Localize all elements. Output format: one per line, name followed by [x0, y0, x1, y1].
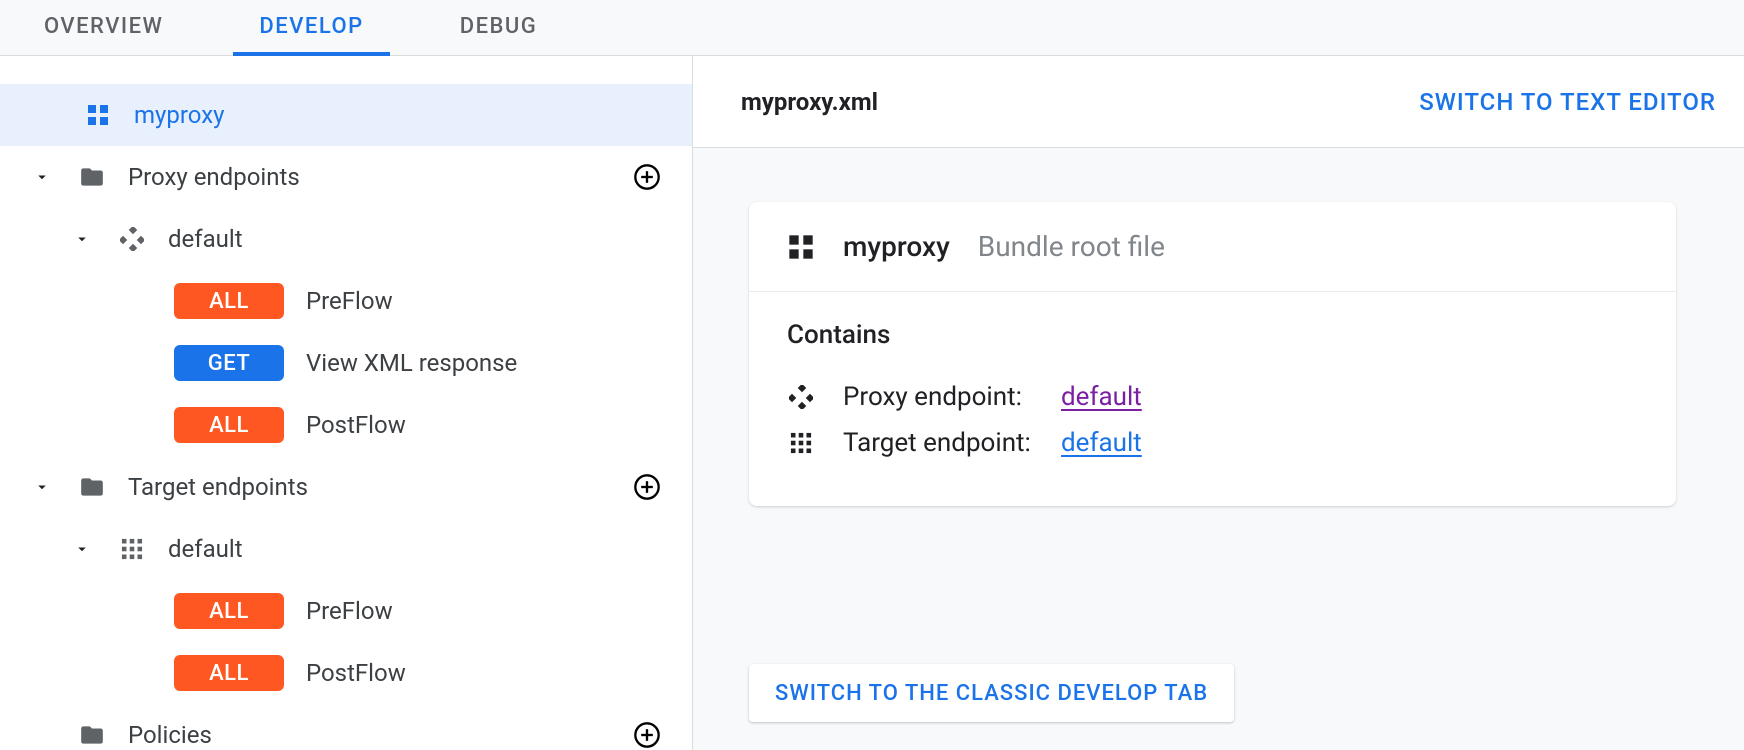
diamond4-icon [787, 385, 815, 409]
switch-to-text-editor-button[interactable]: SWITCH TO TEXT EDITOR [1419, 88, 1716, 116]
tab-overview[interactable]: OVERVIEW [40, 0, 167, 55]
flow-label: PostFlow [306, 659, 406, 687]
sidebar-item-target-default[interactable]: default [0, 518, 692, 580]
folder-icon [76, 164, 108, 190]
sidebar: myproxy Proxy endpoints default [0, 56, 693, 750]
sidebar-item-proxy-root[interactable]: myproxy [0, 84, 692, 146]
bundle-root-card: myproxy Bundle root file Contains Proxy … [749, 202, 1676, 506]
proxy-endpoint-link[interactable]: default [1061, 382, 1142, 412]
method-pill: ALL [174, 593, 284, 629]
target-endpoint-key: Target endpoint: [843, 428, 1061, 458]
sidebar-item-target-endpoints[interactable]: Target endpoints [0, 456, 692, 518]
grid9-icon [787, 432, 815, 454]
sidebar-flow-item[interactable]: ALL PostFlow [0, 642, 692, 704]
contains-row-proxy-endpoint: Proxy endpoint: default [787, 374, 1638, 420]
grid4-icon [787, 233, 815, 261]
switch-to-classic-button[interactable]: SWITCH TO THE CLASSIC DEVELOP TAB [749, 664, 1234, 722]
card-subtitle: Bundle root file [978, 230, 1165, 263]
sidebar-target-endpoints-label: Target endpoints [128, 473, 308, 501]
folder-icon [76, 474, 108, 500]
sidebar-proxy-endpoints-label: Proxy endpoints [128, 163, 300, 191]
add-target-endpoint-button[interactable] [632, 472, 662, 502]
flow-label: PostFlow [306, 411, 406, 439]
sidebar-policies-label: Policies [128, 721, 212, 749]
folder-icon [76, 722, 108, 748]
flow-label: PreFlow [306, 597, 393, 625]
grid9-icon [116, 538, 148, 560]
detail-header: myproxy.xml SWITCH TO TEXT EDITOR [693, 56, 1744, 148]
sidebar-flow-item[interactable]: ALL PreFlow [0, 270, 692, 332]
add-policy-button[interactable] [632, 720, 662, 750]
card-title: myproxy [843, 230, 950, 263]
sidebar-proxy-default-label: default [168, 225, 243, 253]
sidebar-proxy-name: myproxy [134, 101, 224, 129]
sidebar-item-policies[interactable]: Policies [0, 704, 692, 750]
chevron-down-icon [30, 478, 54, 496]
add-proxy-endpoint-button[interactable] [632, 162, 662, 192]
tab-debug[interactable]: DEBUG [456, 0, 542, 55]
flow-label: PreFlow [306, 287, 393, 315]
proxy-endpoint-key: Proxy endpoint: [843, 382, 1061, 412]
method-pill: ALL [174, 655, 284, 691]
method-pill: ALL [174, 407, 284, 443]
tab-develop[interactable]: DEVELOP [255, 0, 367, 55]
sidebar-flow-item[interactable]: ALL PreFlow [0, 580, 692, 642]
method-pill: GET [174, 345, 284, 381]
flow-label: View XML response [306, 349, 517, 377]
sidebar-item-proxy-endpoints[interactable]: Proxy endpoints [0, 146, 692, 208]
method-pill: ALL [174, 283, 284, 319]
target-endpoint-link[interactable]: default [1061, 428, 1142, 458]
sidebar-flow-item[interactable]: ALL PostFlow [0, 394, 692, 456]
contains-row-target-endpoint: Target endpoint: default [787, 420, 1638, 466]
detail-panel: myproxy.xml SWITCH TO TEXT EDITOR myprox… [693, 56, 1744, 750]
main-tabbar: OVERVIEW DEVELOP DEBUG [0, 0, 1744, 56]
sidebar-target-default-label: default [168, 535, 243, 563]
grid4-icon [82, 103, 114, 127]
chevron-down-icon [70, 230, 94, 248]
diamond4-icon [116, 227, 148, 251]
file-name: myproxy.xml [741, 88, 878, 116]
chevron-down-icon [70, 540, 94, 558]
sidebar-item-proxy-default[interactable]: default [0, 208, 692, 270]
contains-heading: Contains [787, 320, 1638, 350]
chevron-down-icon [30, 168, 54, 186]
sidebar-flow-item[interactable]: GET View XML response [0, 332, 692, 394]
